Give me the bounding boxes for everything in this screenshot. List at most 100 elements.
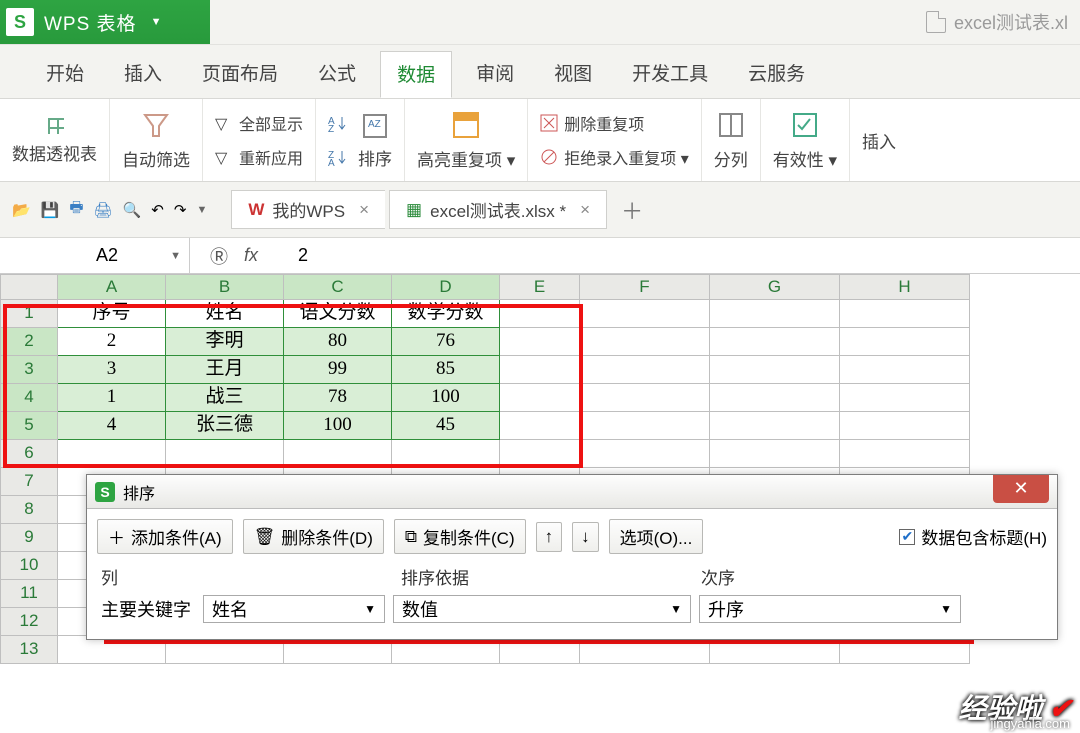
tab-page-layout[interactable]: 页面布局 (186, 51, 294, 98)
col-header-B[interactable]: B (166, 274, 284, 300)
field-combo[interactable]: 姓名▼ (203, 595, 385, 623)
tab-review[interactable]: 审阅 (460, 51, 530, 98)
cell[interactable] (580, 300, 710, 328)
row-header[interactable]: 12 (0, 608, 58, 636)
copy-condition-button[interactable]: ⧉复制条件(C) (394, 519, 526, 554)
insert-fn-button[interactable]: 插入 (850, 99, 908, 181)
sort-asc-button[interactable]: AZ (328, 109, 348, 137)
order-combo[interactable]: 升序▼ (699, 595, 961, 623)
col-header-D[interactable]: D (392, 274, 500, 300)
dialog-close-button[interactable]: ✕ (993, 475, 1049, 503)
tab-devtools[interactable]: 开发工具 (616, 51, 724, 98)
col-header-E[interactable]: E (500, 274, 580, 300)
basis-combo[interactable]: 数值▼ (393, 595, 691, 623)
validity-label: 有效性 ▾ (773, 146, 837, 171)
tab-start[interactable]: 开始 (30, 51, 100, 98)
cell[interactable] (710, 356, 840, 384)
tab-view[interactable]: 视图 (538, 51, 608, 98)
split-button[interactable]: 分列 (702, 99, 761, 181)
delete-condition-button[interactable]: 🗑删除条件(D) (243, 519, 384, 554)
cell[interactable] (840, 384, 970, 412)
tab-close-icon[interactable]: × (580, 200, 590, 220)
print-icon[interactable]: 🖶 (69, 197, 83, 222)
has-header-label: 数据包含标题(H) (921, 524, 1047, 549)
undo-icon[interactable]: ↶ (151, 201, 164, 219)
tab-current-doc[interactable]: ▦ excel测试表.xlsx * × (389, 190, 607, 229)
cell[interactable] (840, 412, 970, 440)
reapply-button[interactable]: ▽重新应用 (215, 143, 303, 171)
plus-icon: ＋ (108, 524, 125, 549)
name-box-value: A2 (96, 245, 118, 266)
delete-dup-label: 删除重复项 (564, 111, 644, 135)
sort-group: AZ ZA AZ 排序 (316, 99, 405, 181)
cell[interactable] (840, 328, 970, 356)
cell[interactable] (580, 440, 710, 468)
has-header-checkbox[interactable]: ✔数据包含标题(H) (899, 524, 1047, 549)
cell[interactable] (710, 300, 840, 328)
row-header[interactable]: 7 (0, 468, 58, 496)
highlight-dup-button[interactable]: 高亮重复项 ▾ (405, 99, 528, 181)
tab-my-wps[interactable]: W 我的WPS × (231, 190, 385, 229)
pivot-button[interactable]: 数据透视表 (0, 99, 110, 181)
select-all-corner[interactable] (0, 274, 58, 300)
col-header-G[interactable]: G (710, 274, 840, 300)
name-box[interactable]: A2 ▼ (0, 238, 190, 273)
cell[interactable] (580, 356, 710, 384)
formula-value[interactable]: 2 (298, 245, 308, 266)
cell[interactable] (580, 412, 710, 440)
add-condition-label: 添加条件(A) (131, 524, 222, 549)
fx-icon[interactable]: fx (244, 245, 258, 266)
col-header-F[interactable]: F (580, 274, 710, 300)
print-preview-icon[interactable]: 🖨 (94, 201, 113, 219)
reject-dup-button[interactable]: 拒绝录入重复项 ▾ (540, 143, 689, 171)
app-menu-dropdown-icon[interactable]: ▼ (151, 16, 162, 28)
redo-icon[interactable]: ↷ (174, 201, 187, 219)
tab-data[interactable]: 数据 (380, 51, 452, 98)
tab-formula[interactable]: 公式 (302, 51, 372, 98)
cell[interactable] (580, 328, 710, 356)
move-up-button[interactable]: ↑ (536, 522, 563, 552)
row-header[interactable]: 10 (0, 552, 58, 580)
cell[interactable] (710, 384, 840, 412)
cell[interactable] (710, 328, 840, 356)
move-down-button[interactable]: ↓ (572, 522, 599, 552)
cell[interactable] (840, 300, 970, 328)
sort-button[interactable]: AZ 排序 (358, 111, 392, 170)
svg-text:AZ: AZ (368, 119, 381, 130)
auto-filter-button[interactable]: 自动筛选 (110, 99, 203, 181)
delete-dup-button[interactable]: 删除重复项 (540, 109, 689, 137)
qat-dropdown-icon[interactable]: ▼ (196, 204, 207, 216)
row-header[interactable]: 13 (0, 636, 58, 664)
dialog-titlebar[interactable]: S 排序 ✕ (87, 475, 1057, 509)
cell[interactable] (580, 384, 710, 412)
cell[interactable] (710, 412, 840, 440)
preview-icon[interactable]: 🔍 (123, 201, 142, 219)
ribbon-tabs: 开始 插入 页面布局 公式 数据 审阅 视图 开发工具 云服务 (0, 45, 1080, 98)
row-header[interactable]: 11 (0, 580, 58, 608)
new-tab-button[interactable]: ＋ (621, 194, 643, 226)
open-icon[interactable]: 📂 (12, 201, 31, 219)
show-all-button[interactable]: ▽全部显示 (215, 109, 303, 137)
cell[interactable] (840, 440, 970, 468)
sort-icon: AZ (360, 111, 390, 141)
r-icon[interactable]: Ⓡ (210, 243, 228, 269)
cell[interactable] (840, 356, 970, 384)
validity-button[interactable]: 有效性 ▾ (761, 99, 850, 181)
add-condition-button[interactable]: ＋添加条件(A) (97, 519, 233, 554)
chevron-down-icon: ▼ (364, 602, 376, 616)
tab-insert[interactable]: 插入 (108, 51, 178, 98)
delete-dup-icon (540, 114, 558, 132)
col-header-H[interactable]: H (840, 274, 970, 300)
tab-close-icon[interactable]: × (359, 200, 369, 220)
chevron-down-icon[interactable]: ▼ (170, 250, 181, 262)
tab-cloud[interactable]: 云服务 (732, 51, 821, 98)
row-header[interactable]: 9 (0, 524, 58, 552)
cell[interactable] (710, 440, 840, 468)
wps-w-icon: W (248, 200, 264, 220)
sort-desc-button[interactable]: ZA (328, 143, 348, 171)
save-icon[interactable]: 💾 (41, 201, 60, 219)
options-button[interactable]: 选项(O)... (609, 519, 704, 554)
row-header[interactable]: 8 (0, 496, 58, 524)
col-header-C[interactable]: C (284, 274, 392, 300)
col-header-A[interactable]: A (58, 274, 166, 300)
